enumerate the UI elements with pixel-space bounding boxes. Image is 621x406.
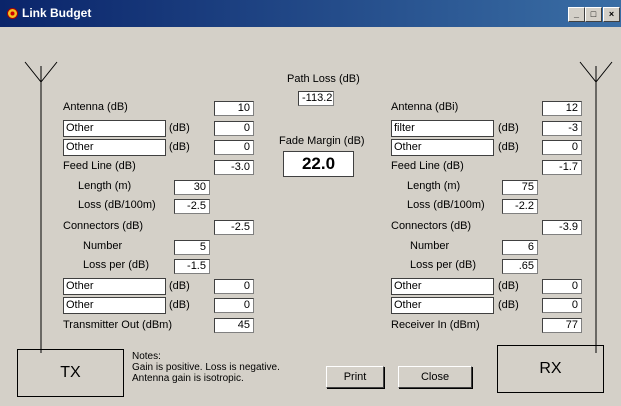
rx-connectors-value: -3.9 <box>542 220 582 235</box>
tx-other4-input[interactable]: 0 <box>214 298 254 313</box>
tx-output-label: Transmitter Out (dBm) <box>63 319 172 331</box>
rx-other3-unit: (dB) <box>498 280 519 292</box>
rx-loss-per-label: Loss per (dB) <box>410 259 477 271</box>
rx-feedline-value: -1.7 <box>542 160 582 175</box>
rx-other4-name-input[interactable]: Other <box>391 297 494 314</box>
notes: Notes: Gain is positive. Loss is negativ… <box>132 351 280 384</box>
tx-other4-unit: (dB) <box>169 299 190 311</box>
fade-margin-label: Fade Margin (dB) <box>279 135 365 147</box>
tx-other3-unit: (dB) <box>169 280 190 292</box>
rx-number-input[interactable]: 6 <box>502 240 538 255</box>
rx-connectors-label: Connectors (dB) <box>391 220 472 232</box>
client-area: Antenna (dB) 10 Other (dB) 0 Other (dB) … <box>0 27 621 406</box>
tx-number-input[interactable]: 5 <box>174 240 210 255</box>
rx-other1-unit: (dB) <box>498 122 519 134</box>
rx-loss-input[interactable]: -2.2 <box>502 199 538 214</box>
rx-other2-name-input[interactable]: Other <box>391 139 494 156</box>
rx-input-label: Receiver In (dBm) <box>391 319 480 331</box>
rx-other2-input[interactable]: 0 <box>542 140 582 155</box>
tx-loss-label: Loss (dB/100m) <box>78 199 156 211</box>
window-title: Link Budget <box>22 6 92 20</box>
tx-connectors-label: Connectors (dB) <box>63 220 144 232</box>
tx-box: TX <box>17 349 124 397</box>
tx-length-label: Length (m) <box>78 180 132 192</box>
title-bar: Link Budget _ □ × <box>0 0 621 27</box>
tx-number-label: Number <box>83 240 123 252</box>
tx-connectors-value: -2.5 <box>214 220 254 235</box>
rx-antenna-icon <box>579 61 613 353</box>
tx-antenna-input[interactable]: 10 <box>214 101 254 116</box>
tx-other4-name-input[interactable]: Other <box>63 297 166 314</box>
rx-other4-unit: (dB) <box>498 299 519 311</box>
maximize-button[interactable]: □ <box>585 7 602 22</box>
close-button[interactable]: Close <box>398 366 472 388</box>
rx-length-input[interactable]: 75 <box>502 180 538 195</box>
rx-box: RX <box>497 345 604 393</box>
notes-line-antenna: Antenna gain is isotropic. <box>132 373 244 384</box>
tx-feedline-label: Feed Line (dB) <box>63 160 136 172</box>
fade-margin-value: 22.0 <box>283 151 354 177</box>
tx-output-input[interactable]: 45 <box>214 318 254 333</box>
rx-other4-input[interactable]: 0 <box>542 298 582 313</box>
tx-antenna-icon <box>24 61 58 353</box>
path-loss-value: -113.2 <box>298 91 334 106</box>
window-close-button[interactable]: × <box>603 7 620 22</box>
minimize-button[interactable]: _ <box>568 7 585 22</box>
tx-other1-unit: (dB) <box>169 122 190 134</box>
app-icon <box>7 8 18 19</box>
rx-other2-unit: (dB) <box>498 141 519 153</box>
tx-other2-name-input[interactable]: Other <box>63 139 166 156</box>
tx-other1-input[interactable]: 0 <box>214 121 254 136</box>
rx-loss-per-input[interactable]: .65 <box>502 259 538 274</box>
rx-other1-input[interactable]: -3 <box>542 121 582 136</box>
path-loss-label: Path Loss (dB) <box>287 73 360 85</box>
tx-loss-per-input[interactable]: -1.5 <box>174 259 210 274</box>
tx-feedline-value: -3.0 <box>214 160 254 175</box>
tx-loss-per-label: Loss per (dB) <box>83 259 150 271</box>
notes-line-gain: Gain is positive. Loss is negative. <box>132 362 280 373</box>
tx-other3-name-input[interactable]: Other <box>63 278 166 295</box>
tx-antenna-label: Antenna (dB) <box>63 101 128 113</box>
rx-loss-label: Loss (dB/100m) <box>407 199 485 211</box>
tx-other2-unit: (dB) <box>169 141 190 153</box>
tx-length-input[interactable]: 30 <box>174 180 210 195</box>
rx-length-label: Length (m) <box>407 180 461 192</box>
tx-loss-input[interactable]: -2.5 <box>174 199 210 214</box>
tx-other1-name-input[interactable]: Other <box>63 120 166 137</box>
rx-other3-name-input[interactable]: Other <box>391 278 494 295</box>
print-button[interactable]: Print <box>326 366 384 388</box>
tx-other3-input[interactable]: 0 <box>214 279 254 294</box>
rx-number-label: Number <box>410 240 450 252</box>
rx-other3-input[interactable]: 0 <box>542 279 582 294</box>
tx-other2-input[interactable]: 0 <box>214 140 254 155</box>
rx-other1-name-input[interactable]: filter <box>391 120 494 137</box>
rx-feedline-label: Feed Line (dB) <box>391 160 464 172</box>
notes-title: Notes: <box>132 351 161 362</box>
rx-antenna-input[interactable]: 12 <box>542 101 582 116</box>
rx-input-value: 77 <box>542 318 582 333</box>
rx-antenna-label: Antenna (dBi) <box>391 101 459 113</box>
